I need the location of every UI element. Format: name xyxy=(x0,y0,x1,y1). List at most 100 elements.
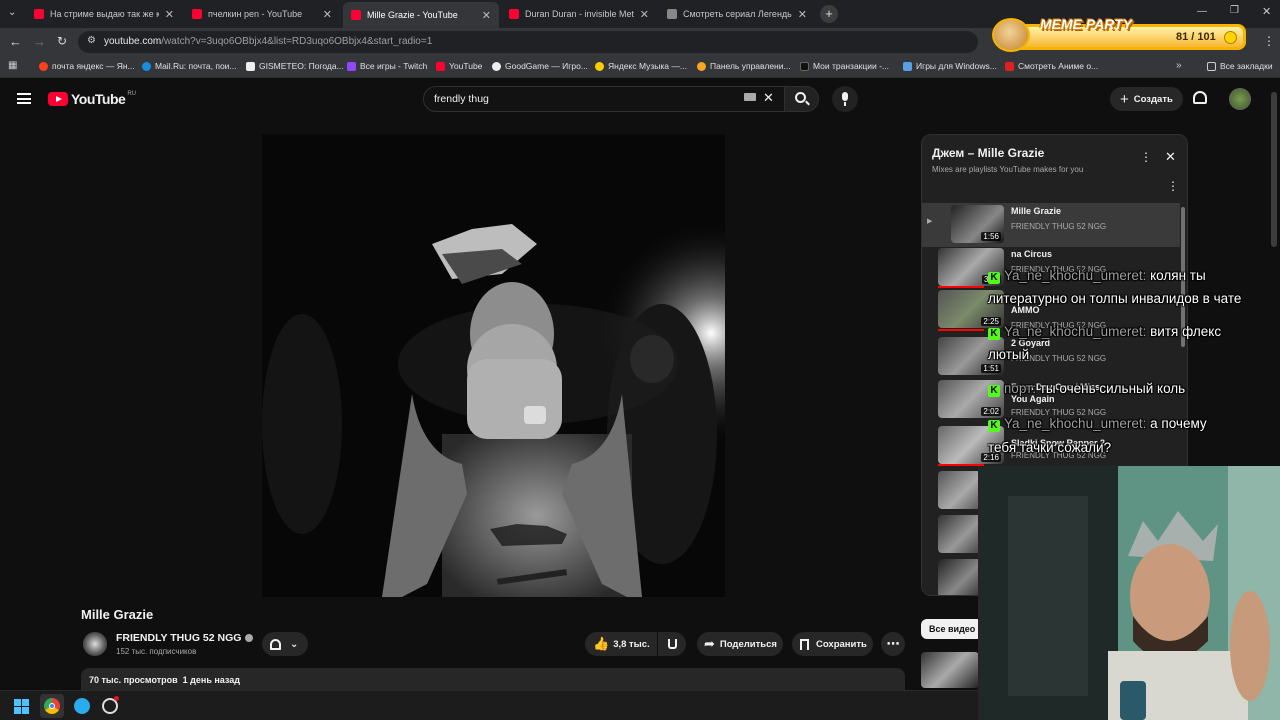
back-arrow-icon[interactable]: ← xyxy=(9,34,22,49)
address-bar[interactable]: ⚙ youtube.com/watch?v=3uqo6OBbjx4&list=R… xyxy=(78,31,978,53)
more-menu-icon[interactable]: ⋮ xyxy=(1263,34,1275,48)
playlist-title: Джем – Mille Grazie xyxy=(932,146,1045,160)
playlist-item-title: AMMO xyxy=(1011,305,1040,315)
subscriber-count: 152 тыс. подписчиков xyxy=(116,647,197,656)
chat-username: Ya_ne_khochu_umeret: xyxy=(1004,268,1147,283)
all-videos-chip[interactable]: Все видео xyxy=(921,619,984,639)
channel-avatar[interactable] xyxy=(83,632,107,656)
chat-text: тебя тачки сожали? xyxy=(988,440,1112,455)
bookmark-item[interactable]: Смотреть Аниме о... xyxy=(1005,61,1098,71)
windows-start-icon[interactable] xyxy=(14,699,29,714)
chat-text: лютый xyxy=(988,347,1030,362)
site-favicon-icon xyxy=(667,9,677,19)
avatar[interactable] xyxy=(1229,88,1251,110)
bookmark-item[interactable]: Игры для Windows... xyxy=(903,61,997,71)
create-button[interactable]: + Создать xyxy=(1110,87,1183,111)
chrome-taskbar-icon[interactable] xyxy=(40,694,64,718)
minimize-icon[interactable]: — xyxy=(1197,6,1207,17)
chat-username: порт: xyxy=(1004,381,1036,396)
playlist-options-icon[interactable]: ⋮ xyxy=(1167,179,1179,193)
voice-search-button[interactable] xyxy=(832,86,858,112)
more-actions-button[interactable]: ⋯ xyxy=(881,632,905,656)
meme-party-widget: MEME PARTY 81 / 101 xyxy=(992,16,1248,52)
description-box[interactable]: 70 тыс. просмотров 1 день назад xyxy=(81,668,905,690)
subscribed-bell-button[interactable]: ⌄ xyxy=(262,632,308,656)
youtube-header: YouTube RU frendly thug ✕ + Создать xyxy=(0,78,1280,122)
browser-tab[interactable]: Смотреть сериал Легенды о К ✕ xyxy=(659,3,815,25)
duration: 2:02 xyxy=(981,407,1001,416)
bookmark-item[interactable]: YouTube xyxy=(436,61,482,71)
share-arrow-icon: ➦ xyxy=(704,636,715,651)
microphone-icon xyxy=(842,92,848,101)
channel-name[interactable]: FRIENDLY THUG 52 NGG xyxy=(116,632,254,644)
dislike-button[interactable] xyxy=(658,632,686,656)
tab-close-icon[interactable]: ✕ xyxy=(323,8,332,21)
tab-close-icon[interactable]: ✕ xyxy=(482,9,491,22)
panel-icon xyxy=(697,61,706,71)
bookmark-item[interactable]: почта яндекс — Ян... xyxy=(39,61,135,71)
notifications-bell-icon[interactable] xyxy=(1193,91,1207,104)
maximize-icon[interactable]: ❐ xyxy=(1230,5,1239,16)
verified-check-icon xyxy=(245,634,254,642)
chat-text: литературно он толпы инвалидов в чате xyxy=(988,291,1242,306)
hamburger-menu-icon[interactable] xyxy=(17,93,31,104)
bookmark-item[interactable]: GoodGame — Игро... xyxy=(492,61,588,71)
tab-close-icon[interactable]: ✕ xyxy=(640,8,649,21)
thumbs-down-icon xyxy=(667,639,677,649)
playlist-item-current[interactable]: ▶ 1:56 Mille Grazie FRIENDLY THUG 52 NGG xyxy=(922,203,1180,247)
chat-text: колян ты xyxy=(1150,268,1206,283)
clear-search-icon[interactable]: ✕ xyxy=(763,90,774,106)
new-tab-button[interactable]: + xyxy=(820,5,838,23)
video-frame-image xyxy=(262,134,725,597)
youtube-favicon-icon xyxy=(192,9,202,19)
tab-search-chevron-icon[interactable]: ⌄ xyxy=(8,7,16,18)
search-button[interactable] xyxy=(785,86,819,112)
forward-arrow-icon[interactable]: → xyxy=(33,34,46,49)
folder-icon xyxy=(1207,61,1216,71)
playlist-item[interactable]: 1:51 2 Goyard FRIENDLY THUG 52 NGG xyxy=(922,335,1180,379)
video-player[interactable] xyxy=(262,134,725,597)
yandex-mail-icon xyxy=(39,61,48,71)
browser-tab-active[interactable]: Mille Grazie - YouTube ✕ xyxy=(343,2,499,28)
browser-tab[interactable]: На стриме выдаю так же как Я ✕ xyxy=(26,3,182,25)
tab-close-icon[interactable]: ✕ xyxy=(165,8,174,21)
goodgame-icon xyxy=(492,61,501,71)
like-button[interactable]: 👍 3,8 тыс. xyxy=(585,632,657,656)
bookmark-item[interactable]: Мои транзакции -... xyxy=(800,61,889,71)
telegram-taskbar-icon[interactable] xyxy=(74,698,90,714)
site-info-icon[interactable]: ⚙ xyxy=(87,35,96,46)
kick-icon: K xyxy=(988,272,1000,284)
thumbnail: 1:56 xyxy=(951,205,1004,243)
recommended-thumbnail[interactable] xyxy=(921,652,979,688)
all-bookmarks-button[interactable]: Все закладки xyxy=(1207,61,1273,71)
video-title: Mille Grazie xyxy=(81,607,154,622)
youtube-logo[interactable]: YouTube RU xyxy=(48,91,136,107)
bookmark-item[interactable]: Панель управлени... xyxy=(697,61,791,71)
bookmarks-overflow-icon[interactable]: » xyxy=(1176,60,1182,71)
reload-icon[interactable]: ↻ xyxy=(57,34,67,48)
browser-tab[interactable]: Duran Duran - invisible Metal G ✕ xyxy=(501,3,657,25)
apps-grid-icon[interactable]: ▦ xyxy=(8,60,17,71)
bookmark-item[interactable]: Все игры - Twitch xyxy=(347,61,427,71)
share-button[interactable]: ➦ Поделиться xyxy=(697,632,783,656)
tab-title: Mille Grazie - YouTube xyxy=(367,10,458,20)
bookmark-item[interactable]: Mail.Ru: почта, пои... xyxy=(142,61,237,71)
now-playing-icon: ▶ xyxy=(927,218,933,225)
search-input[interactable]: frendly thug ✕ xyxy=(423,86,785,112)
save-button[interactable]: Сохранить xyxy=(792,632,873,656)
tab-close-icon[interactable]: ✕ xyxy=(798,8,807,21)
keyboard-icon[interactable] xyxy=(744,93,756,101)
chevron-down-icon: ⌄ xyxy=(290,638,299,650)
chat-text: ты очень сильный коль xyxy=(1039,381,1186,396)
playlist-item-channel: FRIENDLY THUG 52 NGG xyxy=(1011,222,1107,231)
playlist-menu-icon[interactable]: ⋮ xyxy=(1140,150,1152,164)
close-window-icon[interactable]: ✕ xyxy=(1262,5,1271,18)
page-scrollbar[interactable] xyxy=(1271,92,1277,247)
playlist-item-title: na Circus xyxy=(1011,249,1053,259)
bookmark-item[interactable]: Яндекс Музыка —... xyxy=(595,61,687,71)
bookmark-item[interactable]: GISMETEO: Погода... xyxy=(246,61,344,71)
close-playlist-icon[interactable]: ✕ xyxy=(1165,149,1176,165)
address-bar-text[interactable]: youtube.com/watch?v=3uqo6OBbjx4&list=RD3… xyxy=(104,36,432,47)
browser-tab[interactable]: пчелкин pen - YouTube ✕ xyxy=(184,3,340,25)
chat-message: лютый xyxy=(988,347,1029,362)
